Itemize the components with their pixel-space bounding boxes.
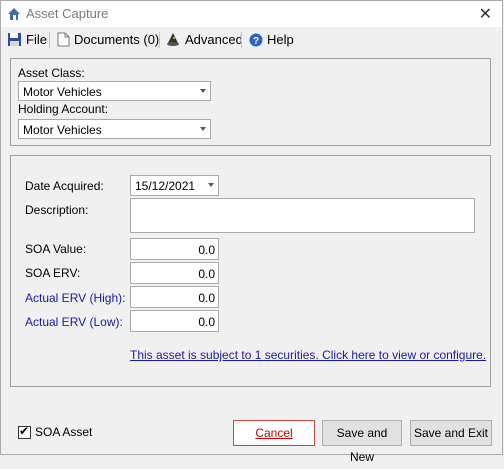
description-label: Description: (25, 203, 89, 217)
menu-advanced-label: Advanced (185, 32, 243, 47)
soa-asset-label: SOA Asset (35, 425, 93, 439)
wizard-hat-icon (167, 33, 179, 46)
floppy-disk-icon (8, 33, 21, 46)
soa-asset-checkbox[interactable]: ✔ (18, 424, 31, 439)
date-acquired-picker[interactable]: 15/12/2021 (130, 175, 219, 196)
asset-class-select[interactable]: Motor Vehicles (18, 81, 211, 101)
menu-help-label: Help (267, 32, 294, 47)
dropdown-arrow-icon (200, 127, 206, 131)
cancel-button[interactable]: Cancel (233, 420, 315, 446)
actual-erv-low-label: Actual ERV (Low): (25, 315, 123, 329)
app-house-icon (8, 8, 20, 20)
asset-class-group: Asset Class: Motor Vehicles Holding Acco… (10, 58, 491, 146)
soa-erv-field[interactable]: 0.0 (130, 262, 219, 284)
asset-class-label: Asset Class: (18, 66, 85, 80)
securities-link[interactable]: This asset is subject to 1 securities. C… (130, 348, 486, 362)
holding-account-value: Motor Vehicles (23, 123, 102, 137)
menu-separator (241, 32, 242, 48)
date-acquired-value: 15/12/2021 (135, 179, 196, 193)
menu-documents-label: Documents (0) (74, 32, 160, 47)
document-icon (57, 32, 70, 47)
holding-account-select[interactable]: Motor Vehicles (18, 119, 211, 139)
dropdown-arrow-icon (200, 89, 206, 93)
menu-file-label: File (26, 32, 47, 47)
help-icon: ? (249, 33, 263, 47)
menu-separator (49, 32, 50, 48)
actual-erv-high-field[interactable]: 0.0 (130, 286, 219, 308)
description-field[interactable] (130, 198, 475, 233)
actual-erv-low-field[interactable]: 0.0 (130, 310, 219, 332)
window-title: Asset Capture (26, 6, 109, 21)
menu-separator (159, 32, 160, 48)
menu-advanced[interactable]: Advanced (166, 32, 243, 47)
title-bar: Asset Capture ✕ (1, 1, 502, 27)
asset-capture-window: Asset Capture ✕ File Documents (0) Advan… (0, 0, 503, 464)
actual-erv-high-label: Actual ERV (High): (25, 291, 126, 305)
save-and-new-button[interactable]: Save and New (322, 420, 402, 464)
cancel-button-label: Cancel (255, 426, 293, 440)
soa-erv-label: SOA ERV: (25, 266, 81, 280)
asset-details-group: Date Acquired: 15/12/2021 Description: S… (10, 155, 491, 387)
asset-class-value: Motor Vehicles (23, 85, 102, 99)
dropdown-arrow-icon (208, 183, 214, 187)
checkmark-icon: ✔ (19, 424, 30, 438)
menu-file[interactable]: File (7, 32, 47, 47)
close-icon[interactable]: ✕ (479, 4, 492, 24)
menu-help[interactable]: ? Help (249, 32, 294, 47)
save-and-exit-button[interactable]: Save and Exit (410, 420, 492, 446)
soa-value-field[interactable]: 0.0 (130, 238, 219, 260)
date-acquired-label: Date Acquired: (25, 179, 104, 193)
soa-value-label: SOA Value: (25, 242, 87, 256)
svg-text:?: ? (253, 36, 259, 47)
holding-account-label: Holding Account: (18, 102, 109, 116)
menu-documents[interactable]: Documents (0) (57, 32, 159, 47)
menu-bar: File Documents (0) Advanced ? Help (1, 28, 502, 52)
